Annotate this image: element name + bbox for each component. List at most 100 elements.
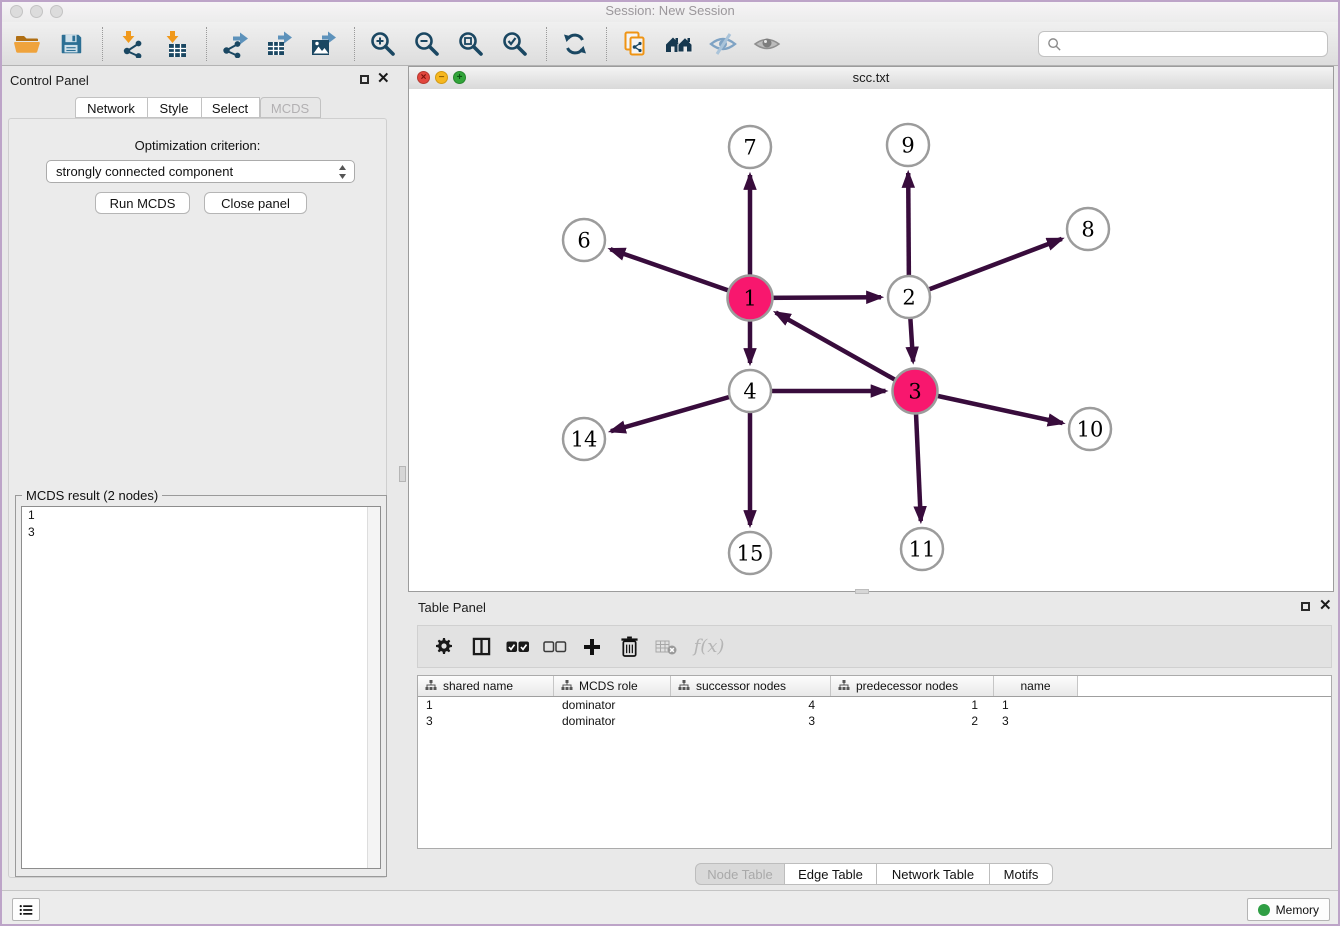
tab-network[interactable]: Network xyxy=(75,97,148,118)
tab-style[interactable]: Style xyxy=(148,97,202,118)
delete-table-button[interactable] xyxy=(650,631,682,663)
toolbar-separator xyxy=(546,27,548,61)
list-icon xyxy=(19,903,33,917)
control-panel: Control Panel ✕ NetworkStyleSelectMCDS O… xyxy=(0,66,395,890)
result-scrollbar[interactable] xyxy=(367,507,380,868)
apply-layout-button[interactable] xyxy=(560,29,590,59)
share-network-button[interactable] xyxy=(620,29,650,59)
column-header-label: shared name xyxy=(443,679,513,693)
control-panel-tabs: NetworkStyleSelectMCDS xyxy=(0,97,395,118)
column-header-successor-nodes[interactable]: successor nodes xyxy=(671,676,831,696)
eye-icon xyxy=(752,30,782,58)
add-column-button[interactable] xyxy=(576,631,608,663)
float-panel-icon[interactable] xyxy=(360,75,369,84)
tab-node-table[interactable]: Node Table xyxy=(695,863,785,885)
column-header-label: successor nodes xyxy=(696,679,786,693)
save-session-button[interactable] xyxy=(56,29,86,59)
import-table-button[interactable] xyxy=(160,29,190,59)
graph-edge-2-8[interactable] xyxy=(909,239,1062,297)
mcds-result-list[interactable]: 13 xyxy=(21,506,381,869)
refresh-icon xyxy=(561,30,589,58)
table-cell[interactable]: 4 xyxy=(671,697,831,713)
table-cell[interactable]: 2 xyxy=(831,713,994,729)
open-folder-icon xyxy=(13,30,41,58)
panel-splitter-handle[interactable] xyxy=(399,466,406,482)
table-cell[interactable]: dominator xyxy=(554,713,671,729)
import-network-button[interactable] xyxy=(116,29,146,59)
deselect-all-button[interactable] xyxy=(539,631,571,663)
tab-edge-table[interactable]: Edge Table xyxy=(785,863,877,885)
zoom-out-icon xyxy=(413,30,441,58)
network-canvas[interactable]: 7968124314101511 xyxy=(409,89,1333,591)
export-image-button[interactable] xyxy=(308,29,338,59)
zoom-fit-button[interactable] xyxy=(456,29,486,59)
trash-icon xyxy=(620,636,639,657)
export-network-button[interactable] xyxy=(220,29,250,59)
optimization-criterion-label: Optimization criterion: xyxy=(9,138,386,153)
mcds-result-item[interactable]: 3 xyxy=(22,524,380,541)
search-box xyxy=(1038,31,1328,57)
graph-edge-3-1[interactable] xyxy=(776,313,915,392)
ndex-home-button[interactable] xyxy=(664,29,694,59)
run-mcds-button[interactable]: Run MCDS xyxy=(95,192,190,214)
memory-button[interactable]: Memory xyxy=(1247,898,1330,921)
zoom-selected-button[interactable] xyxy=(500,29,530,59)
toolbar-separator xyxy=(206,27,208,61)
mcds-result-item[interactable]: 1 xyxy=(22,507,380,524)
mcds-result-title: MCDS result (2 nodes) xyxy=(22,488,162,503)
select-all-button[interactable] xyxy=(502,631,534,663)
delete-table-icon xyxy=(655,639,677,655)
tab-motifs[interactable]: Motifs xyxy=(990,863,1053,885)
zoom-in-button[interactable] xyxy=(368,29,398,59)
toolbar-separator xyxy=(606,27,608,61)
open-session-button[interactable] xyxy=(12,29,42,59)
delete-column-button[interactable] xyxy=(613,631,645,663)
tab-mcds[interactable]: MCDS xyxy=(260,97,321,118)
tab-select[interactable]: Select xyxy=(202,97,260,118)
task-history-button[interactable] xyxy=(12,898,40,921)
table-cell[interactable]: dominator xyxy=(554,697,671,713)
hide-detail-button[interactable] xyxy=(708,29,738,59)
columns-icon xyxy=(472,637,491,656)
column-header-MCDS-role[interactable]: MCDS role xyxy=(554,676,671,696)
column-header-predecessor-nodes[interactable]: predecessor nodes xyxy=(831,676,994,696)
table-cell[interactable]: 3 xyxy=(671,713,831,729)
criterion-dropdown[interactable]: strongly connected component xyxy=(46,160,355,183)
table-row[interactable]: 3dominator323 xyxy=(418,713,1331,729)
function-builder-button[interactable]: f(x) xyxy=(687,631,731,663)
column-header-name[interactable]: name xyxy=(994,676,1078,696)
network-view-window: × − + scc.txt 7968124314101511 xyxy=(408,66,1334,592)
tab-network-table[interactable]: Network Table xyxy=(877,863,990,885)
mcds-result-box: MCDS result (2 nodes) 13 xyxy=(15,495,387,877)
search-input[interactable] xyxy=(1066,33,1327,55)
table-cell[interactable]: 3 xyxy=(994,713,1078,729)
toggle-panel-button[interactable] xyxy=(465,631,497,663)
table-cell[interactable]: 1 xyxy=(994,697,1078,713)
close-panel-icon[interactable]: ✕ xyxy=(377,73,390,85)
table-cell[interactable]: 1 xyxy=(418,697,554,713)
show-eye-button[interactable] xyxy=(752,29,782,59)
column-header-label: name xyxy=(1020,679,1050,693)
zoom-out-button[interactable] xyxy=(412,29,442,59)
table-tabs: Node TableEdge TableNetwork TableMotifs xyxy=(408,863,1340,885)
graph-node-label-8: 8 xyxy=(1081,217,1094,241)
network-window-titlebar[interactable]: × − + scc.txt xyxy=(409,67,1333,90)
table-close-icon[interactable]: ✕ xyxy=(1319,600,1332,612)
export-table-button[interactable] xyxy=(264,29,294,59)
view-splitter-handle[interactable] xyxy=(855,589,869,594)
table-cell[interactable]: 1 xyxy=(831,697,994,713)
node-table: shared name MCDS role successor nodes prede… xyxy=(417,675,1332,849)
column-header-shared-name[interactable]: shared name xyxy=(418,676,554,696)
table-settings-button[interactable] xyxy=(428,631,460,663)
attribute-icon xyxy=(678,680,690,692)
table-row[interactable]: 1dominator411 xyxy=(418,697,1331,713)
table-cell[interactable]: 3 xyxy=(418,713,554,729)
share-document-icon xyxy=(621,30,649,58)
close-panel-button[interactable]: Close panel xyxy=(204,192,307,214)
graph-node-label-10: 10 xyxy=(1077,417,1104,441)
toolbar-separator xyxy=(354,27,356,61)
table-float-icon[interactable] xyxy=(1301,602,1310,611)
export-image-icon xyxy=(309,30,337,58)
network-graph: 7968124314101511 xyxy=(409,89,1333,591)
graph-node-label-15: 15 xyxy=(737,541,764,565)
